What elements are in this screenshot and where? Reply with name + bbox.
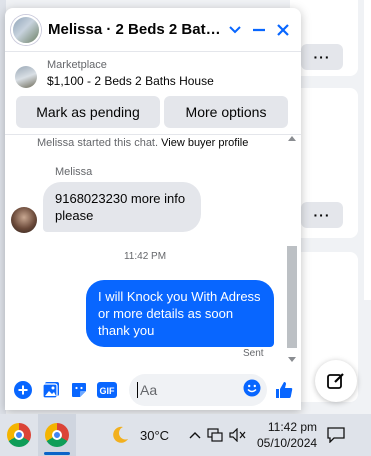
close-icon[interactable] (271, 18, 295, 42)
message-input-box[interactable] (129, 374, 267, 406)
more-options-button[interactable]: More options (164, 96, 288, 128)
background-card-edge (364, 0, 371, 300)
listing-actions: Mark as pending More options (5, 96, 301, 128)
chat-window: Melissa · 2 Beds 2 Baths H··· Marketplac… (5, 8, 301, 410)
listing-thumbnail (15, 66, 37, 88)
network-icon[interactable] (207, 428, 223, 442)
chrome-icon (7, 423, 31, 447)
photo-icon[interactable] (41, 380, 61, 400)
volume-muted-icon[interactable] (229, 428, 247, 442)
message-status: Sent (243, 348, 264, 359)
chevron-up-icon[interactable] (189, 431, 201, 439)
listing-summary[interactable]: Marketplace $1,100 - 2 Beds 2 Baths Hous… (5, 52, 301, 94)
notification-icon[interactable] (327, 427, 345, 443)
listing-price: $1,100 - 2 Beds 2 Baths House (47, 74, 214, 88)
taskbar: 30°C 11:42 pm 05/10/2024 (0, 414, 371, 456)
listing-source: Marketplace (47, 59, 107, 71)
incoming-message: 9168023230 more info please (43, 182, 201, 232)
mark-as-pending-button[interactable]: Mark as pending (16, 96, 160, 128)
background-more-button[interactable]: ··· (301, 202, 343, 228)
gif-icon[interactable]: GIF (97, 380, 117, 400)
clock[interactable]: 11:42 pm 05/10/2024 (255, 419, 317, 451)
message-thread: Melissa started this chat. View buyer pr… (5, 134, 301, 366)
system-message-text: Melissa started this chat. (37, 137, 159, 149)
scroll-down-arrow-icon[interactable] (288, 357, 296, 362)
minimize-icon[interactable] (247, 18, 271, 42)
scroll-up-arrow-icon[interactable] (288, 136, 296, 141)
sender-name: Melissa (55, 166, 93, 178)
scrollbar[interactable] (286, 134, 298, 364)
outgoing-message: I will Knock you With Adress or more det… (86, 280, 274, 347)
svg-text:GIF: GIF (100, 386, 116, 396)
message-input[interactable] (137, 382, 243, 398)
new-message-button[interactable] (315, 360, 357, 402)
clock-time: 11:42 pm (267, 420, 318, 434)
composer: GIF (5, 370, 301, 410)
sender-avatar[interactable] (11, 207, 37, 233)
moon-icon (113, 426, 128, 443)
like-thumbs-up-icon[interactable] (273, 380, 295, 400)
taskbar-chrome-profile-app[interactable] (0, 414, 38, 456)
system-message: Melissa started this chat. View buyer pr… (37, 137, 248, 149)
system-tray (189, 428, 247, 442)
chat-title[interactable]: Melissa · 2 Beds 2 Baths H··· (48, 21, 223, 38)
chat-header[interactable]: Melissa · 2 Beds 2 Baths H··· (5, 8, 301, 52)
chevron-down-icon[interactable] (223, 18, 247, 42)
message-timestamp: 11:42 PM (123, 251, 167, 262)
view-buyer-profile-link[interactable]: View buyer profile (161, 137, 248, 149)
emoji-icon[interactable] (243, 379, 261, 402)
compose-icon (327, 373, 344, 389)
taskbar-chrome-app-active[interactable] (38, 414, 76, 456)
weather-widget[interactable]: 30°C (110, 425, 169, 445)
temperature: 30°C (140, 427, 170, 443)
clock-date: 05/10/2024 (256, 436, 318, 450)
background-more-button[interactable]: ··· (301, 44, 343, 70)
plus-icon[interactable] (13, 380, 33, 400)
chrome-icon (45, 423, 69, 447)
listing-avatar[interactable] (11, 14, 41, 45)
sticker-icon[interactable] (69, 380, 89, 400)
scrollbar-thumb[interactable] (287, 246, 297, 348)
